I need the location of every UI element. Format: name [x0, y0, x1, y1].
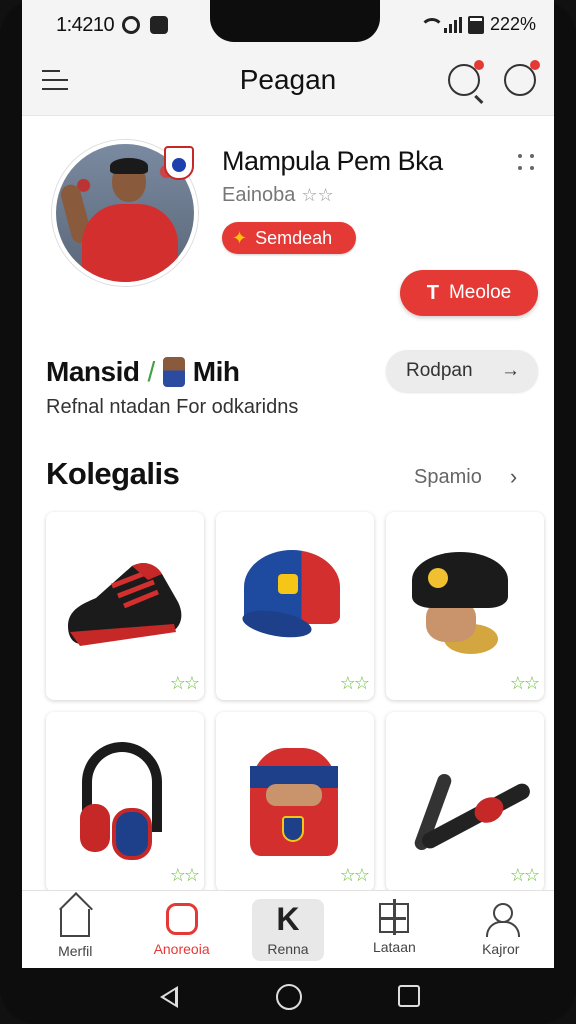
- search-icon[interactable]: [448, 60, 484, 96]
- shoe-icon: [68, 563, 182, 646]
- collection-link-label: Spamio: [414, 465, 482, 488]
- back-icon[interactable]: [160, 986, 178, 1008]
- trophy-icon: T: [426, 281, 439, 304]
- product-card[interactable]: ☆☆: [216, 712, 374, 892]
- arrow-right-icon: →: [501, 360, 520, 381]
- notification-icon[interactable]: [504, 60, 540, 96]
- signal-icon: [443, 16, 462, 33]
- bottom-nav: Merfil Anoreoia K Renna Lataan Kajror: [22, 890, 554, 968]
- section-title-suffix: Mih: [192, 356, 240, 387]
- rating-stars: ☆☆: [169, 865, 200, 885]
- tag-label: Semdeah: [255, 227, 333, 248]
- nav-item-merfil[interactable]: Merfil: [22, 891, 128, 968]
- nav-item-renna[interactable]: K Renna: [251, 899, 324, 961]
- product-card[interactable]: ☆☆: [46, 712, 204, 892]
- notification-dot: [530, 60, 540, 70]
- battery-percent: 222%: [489, 14, 536, 34]
- nav-item-kajror[interactable]: Kajror: [448, 891, 554, 968]
- k-icon: K: [276, 901, 300, 937]
- section-title-text: Mansid: [46, 356, 140, 387]
- system-nav-bar: [0, 968, 576, 1024]
- section-title: Mansid / Mih: [46, 356, 240, 388]
- section-action-label: Rodpan: [406, 360, 473, 381]
- more-options-icon[interactable]: [518, 154, 538, 174]
- notification-dot: [474, 60, 484, 70]
- nav-slot: K Renna: [235, 891, 341, 968]
- home-button-icon[interactable]: [276, 984, 302, 1010]
- status-right: 222%: [419, 14, 536, 35]
- rating-stars: ☆☆: [339, 673, 370, 693]
- product-card[interactable]: ☆☆: [386, 512, 544, 700]
- phone-frame: 1:4210 222% Peagan Mampula Pem Bka Eaino…: [0, 0, 576, 1024]
- profile-name: Mampula Pem Bka: [222, 146, 443, 176]
- rating-stars: ☆☆: [509, 865, 540, 885]
- rating-stars: ☆☆: [509, 673, 540, 693]
- app-screen: 1:4210 222% Peagan Mampula Pem Bka Eaino…: [22, 0, 554, 968]
- recents-icon[interactable]: [398, 985, 420, 1007]
- nav-label: Lataan: [372, 939, 416, 955]
- nav-label: Kajror: [482, 941, 520, 957]
- pin-icon: ✦: [232, 227, 248, 248]
- app-header: Peagan: [22, 48, 554, 116]
- star-icon: ☆☆: [301, 185, 334, 205]
- profile-subtitle-text: Eainoba: [222, 184, 296, 206]
- app-status-icon: [150, 16, 168, 34]
- rating-stars: ☆☆: [339, 865, 370, 885]
- grid-icon: [379, 899, 410, 935]
- section-subtitle: Refnal ntadan For odkaridns: [46, 396, 299, 418]
- club-crest-icon: [164, 146, 194, 180]
- battery-icon: [467, 15, 484, 34]
- chevron-right-icon: ›: [509, 464, 518, 489]
- home-icon: [60, 909, 91, 937]
- user-icon: [485, 903, 520, 937]
- tag-pill[interactable]: ✦ Semdeah: [222, 222, 356, 254]
- product-card[interactable]: ☆☆: [386, 712, 544, 892]
- collection-see-all[interactable]: Spamio ›: [414, 464, 517, 490]
- notification-status-icon: [122, 16, 140, 34]
- product-card[interactable]: ☆☆: [46, 512, 204, 700]
- nav-item-lataan[interactable]: Lataan: [341, 891, 447, 968]
- status-time: 1:4210: [56, 14, 115, 36]
- ring-icon: [165, 903, 198, 935]
- nav-item-anoreoia[interactable]: Anoreoia: [128, 891, 234, 968]
- follow-button[interactable]: T Meoloe: [400, 270, 538, 316]
- product-card[interactable]: ☆☆: [216, 512, 374, 700]
- collection-title: Kolegalis: [46, 456, 180, 491]
- mini-avatar: [162, 357, 185, 387]
- section-action-button[interactable]: Rodpan →: [386, 350, 538, 392]
- follow-label: Meoloe: [448, 282, 512, 303]
- rating-stars: ☆☆: [169, 673, 200, 693]
- nav-label: Anoreoia: [153, 941, 210, 957]
- nav-label: Merfil: [58, 943, 93, 959]
- profile-subtitle: Eainoba ☆☆: [222, 184, 334, 207]
- wifi-icon: [419, 17, 444, 32]
- nav-label: Renna: [267, 941, 309, 957]
- divider-slash: /: [147, 356, 155, 387]
- camera-notch: [210, 0, 380, 42]
